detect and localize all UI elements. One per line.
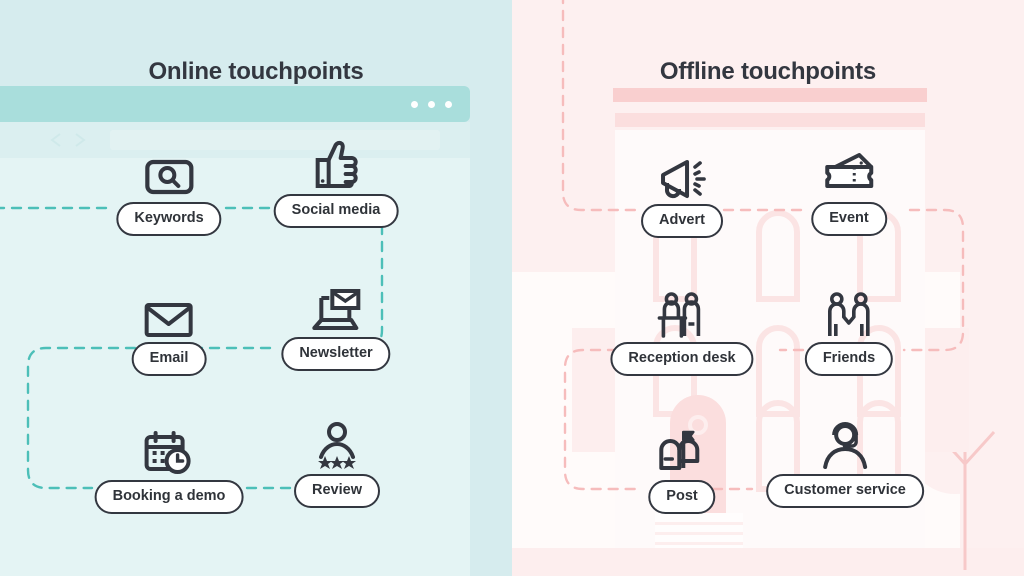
node-label[interactable]: Customer service [766,474,924,508]
building-step-line [655,522,743,525]
window-dot-icon [428,101,435,108]
tickets-icon [811,140,887,198]
online-touchpoints-panel: Online touchpoints Keywords Social media… [0,0,512,576]
infographic-canvas: Online touchpoints Keywords Social media… [0,0,1024,576]
building-side-wall [925,328,969,452]
node-post[interactable]: Post [648,418,716,514]
online-panel-title: Online touchpoints [148,57,364,85]
node-review[interactable]: Review [294,412,380,508]
node-social-media[interactable]: Social media [273,132,399,228]
window-controls [411,101,452,108]
node-label[interactable]: Advert [641,204,723,238]
building-side-wall [572,328,616,452]
laptop-mail-icon [281,275,390,333]
node-customer-service[interactable]: Customer service [766,412,924,508]
window-dot-icon [411,101,418,108]
node-label[interactable]: Email [131,342,207,376]
browser-nav-arrows [48,132,92,148]
offline-panel-title: Offline touchpoints [659,57,877,85]
node-label[interactable]: Reception desk [610,342,754,376]
calendar-clock-icon [95,418,244,476]
node-friends[interactable]: Friends [804,280,894,376]
megaphone-icon [641,142,723,200]
envelope-icon [132,280,207,338]
offline-touchpoints-panel: Offline touchpoints Advert Event Recepti… [512,0,1024,576]
building-step-line [655,532,743,535]
handshake-icon [805,280,893,338]
node-label[interactable]: Newsletter [281,337,391,371]
node-newsletter[interactable]: Newsletter [281,275,391,371]
node-reception-desk[interactable]: Reception desk [610,280,754,376]
node-booking-a-demo[interactable]: Booking a demo [94,418,244,514]
node-label[interactable]: Keywords [116,202,222,236]
node-label[interactable]: Event [811,202,887,236]
chevron-left-icon [50,133,86,147]
person-stars-icon [294,412,380,470]
building-awning [613,88,927,102]
building-step-line [655,542,743,545]
node-label[interactable]: Friends [804,342,894,376]
node-label[interactable]: Review [294,474,380,508]
browser-window-titlebar [0,86,470,122]
node-label[interactable]: Post [648,480,716,514]
node-advert[interactable]: Advert [641,142,723,238]
node-keywords[interactable]: Keywords [116,140,222,236]
building-sign-band [615,113,925,127]
reception-desk-icon [610,280,753,338]
mailbox-icon [648,418,715,476]
arched-window-icon [756,210,800,302]
window-dot-icon [445,101,452,108]
headset-person-icon [766,412,924,470]
node-label[interactable]: Social media [273,194,399,228]
node-event[interactable]: Event [811,140,887,236]
node-email[interactable]: Email [131,280,207,376]
search-box-icon [116,140,221,198]
thumbs-up-icon [274,132,399,190]
node-label[interactable]: Booking a demo [94,480,244,514]
